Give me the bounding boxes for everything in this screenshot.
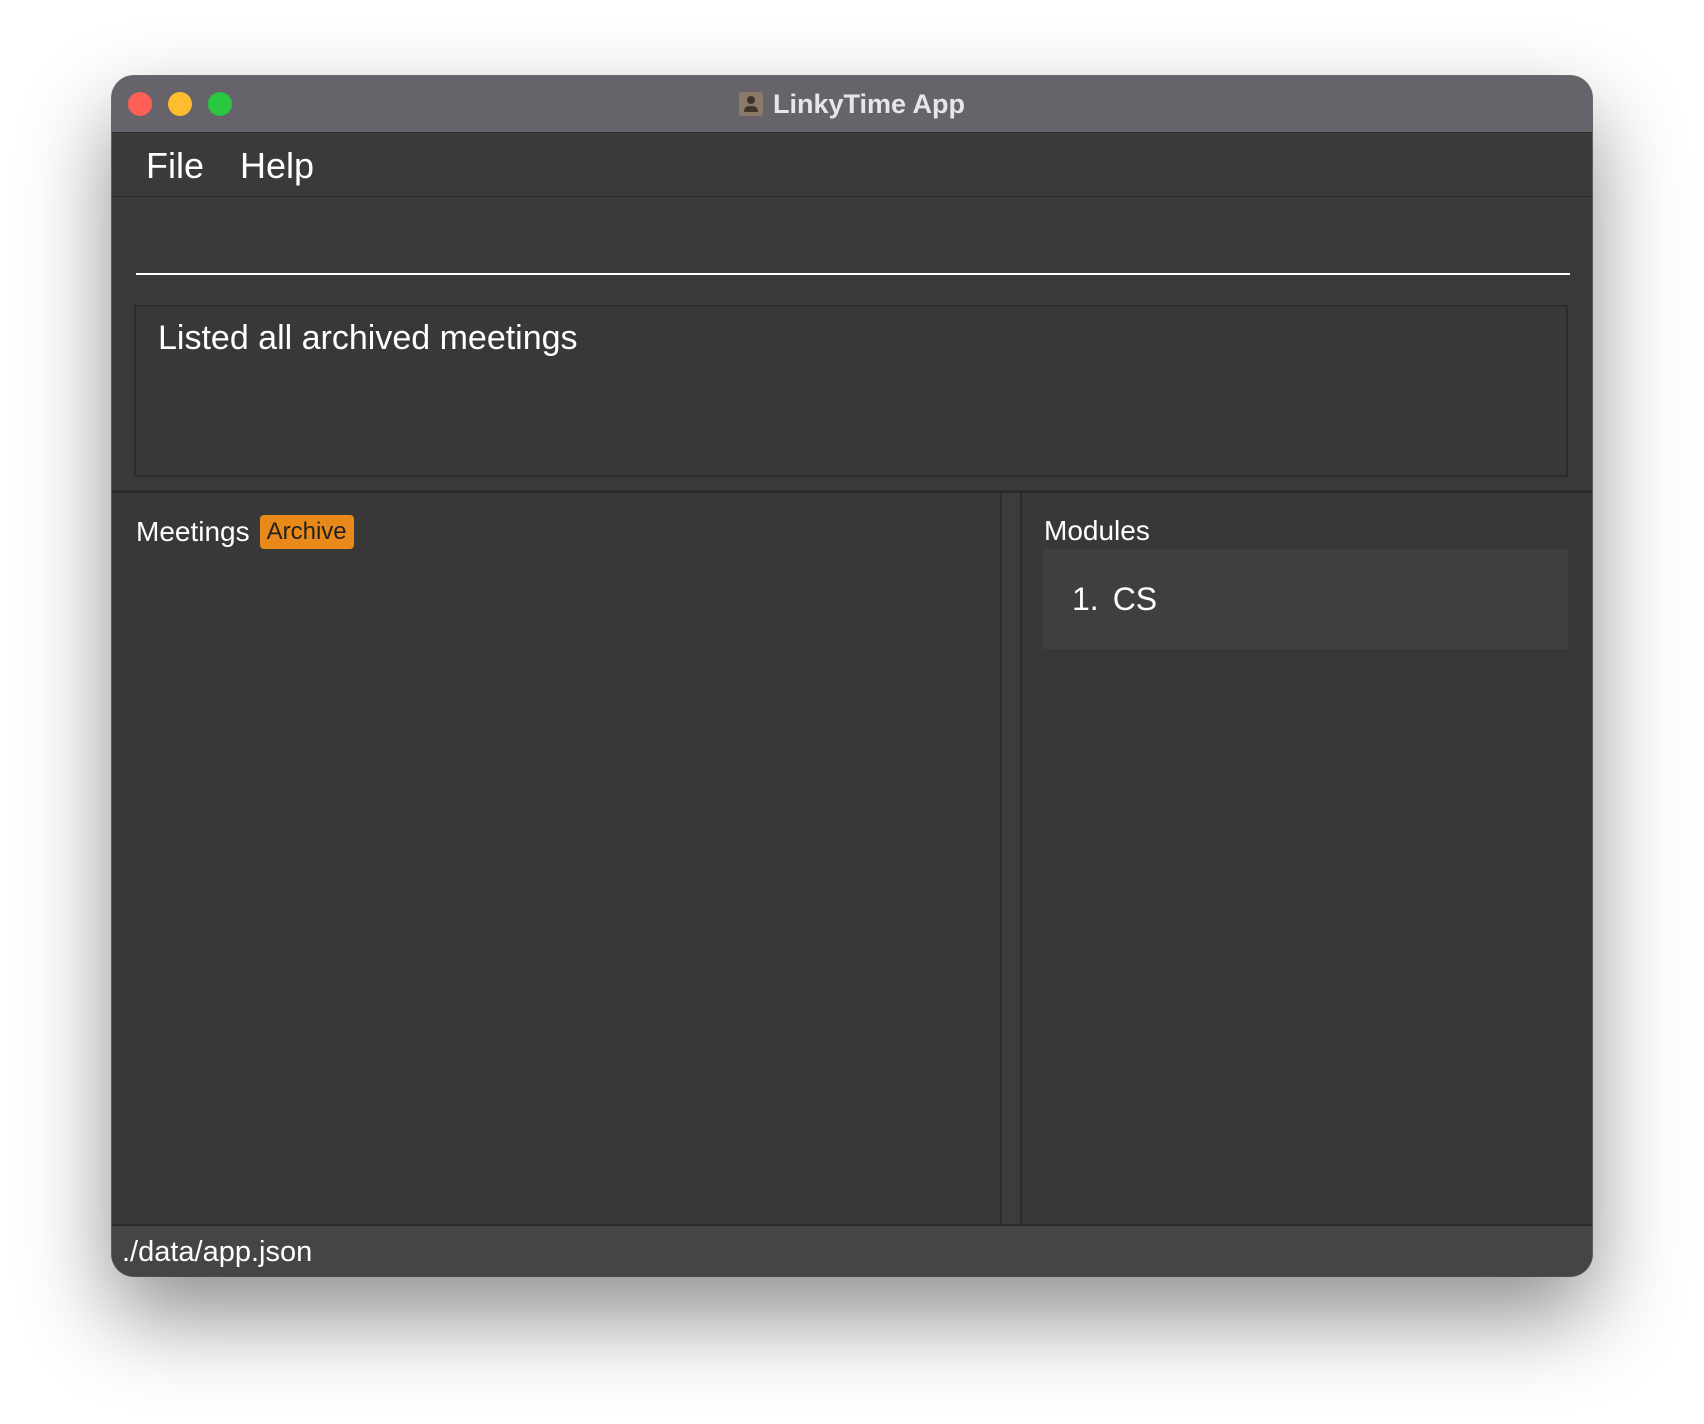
status-bar: ./data/app.json xyxy=(112,1224,1592,1276)
meetings-panel: Meetings Archive xyxy=(114,493,1002,1224)
menu-file[interactable]: File xyxy=(146,145,204,187)
command-box xyxy=(112,197,1592,293)
window-title-group: LinkyTime App xyxy=(112,76,1592,132)
meetings-title: Meetings xyxy=(136,516,250,547)
title-bar: LinkyTime App xyxy=(112,76,1592,133)
module-index: 1. xyxy=(1072,580,1099,617)
result-message: Listed all archived meetings xyxy=(158,319,578,357)
meetings-header: Meetings Archive xyxy=(136,515,354,549)
window-title: LinkyTime App xyxy=(772,88,966,119)
data-file-path: ./data/app.json xyxy=(122,1236,313,1268)
menu-bar: File Help xyxy=(112,133,1592,197)
person-card-icon xyxy=(738,92,763,116)
command-input[interactable] xyxy=(136,209,1570,275)
menu-help[interactable]: Help xyxy=(240,145,314,187)
archive-badge: Archive xyxy=(259,515,354,549)
modules-panel: Modules 1. CS xyxy=(1020,493,1592,1224)
module-name: CS xyxy=(1112,580,1158,617)
modules-header: Modules xyxy=(1044,515,1150,547)
module-list: 1. CS xyxy=(1042,549,1568,649)
list-item[interactable]: 1. CS xyxy=(1042,549,1568,649)
modules-title: Modules xyxy=(1044,515,1150,546)
panel-splitter[interactable] xyxy=(1002,493,1020,1224)
app-window: LinkyTime App File Help Listed all archi… xyxy=(112,76,1592,1276)
result-display: Listed all archived meetings xyxy=(134,305,1568,477)
